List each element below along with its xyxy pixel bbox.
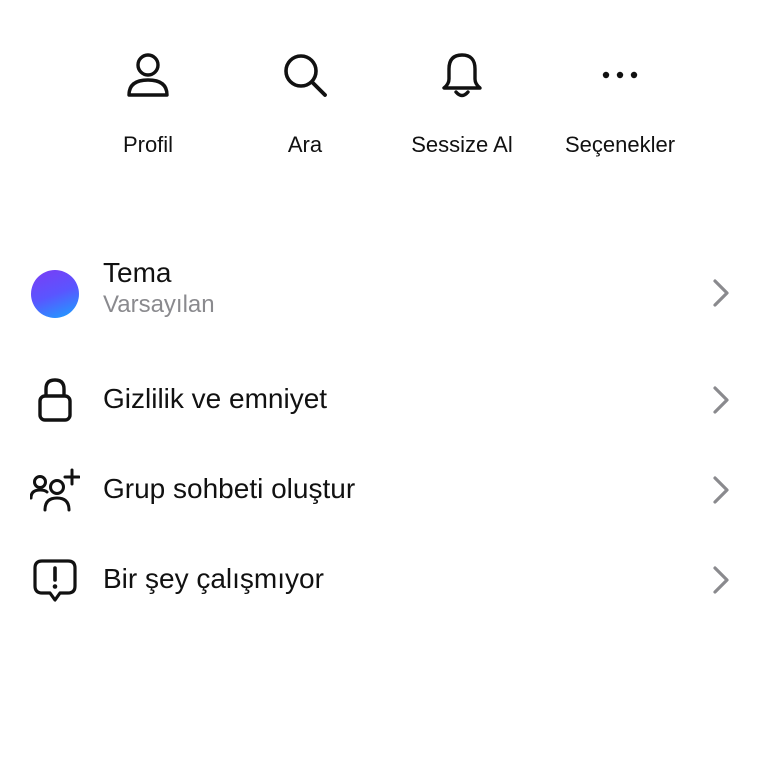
search-action-label: Ara [287, 132, 323, 157]
report-problem-title: Bir şey çalışmıyor [103, 563, 324, 594]
person-icon [120, 40, 176, 110]
options-action-label: Seçenekler [564, 132, 676, 157]
add-group-icon [30, 468, 80, 514]
lock-icon [30, 376, 80, 424]
create-group-chat-text: Grup sohbeti oluştur [103, 472, 355, 506]
create-group-chat-row[interactable]: Grup sohbeti oluştur [0, 460, 768, 520]
conversation-settings-screen: Profil Ara Sessize Al Seçenekler Tema Va… [0, 0, 768, 768]
quick-actions-bar: Profil Ara Sessize Al Seçenekler [0, 40, 768, 170]
theme-color-dot [30, 270, 80, 318]
bell-icon [434, 40, 490, 110]
create-group-chat-title: Grup sohbeti oluştur [103, 473, 356, 504]
theme-subtitle: Varsayılan [103, 291, 215, 318]
search-action-button[interactable]: Ara [230, 40, 380, 170]
mute-action-button[interactable]: Sessize Al [387, 40, 537, 170]
more-icon [592, 40, 648, 110]
privacy-title: Gizlilik ve emniyet [103, 383, 328, 414]
chevron-right-icon [706, 278, 736, 308]
chevron-right-icon [706, 475, 736, 505]
theme-title: Tema [103, 257, 172, 288]
profile-action-label: Profil [122, 132, 174, 157]
report-problem-text: Bir şey çalışmıyor [103, 562, 324, 596]
profile-action-button[interactable]: Profil [73, 40, 223, 170]
options-action-button[interactable]: Seçenekler [545, 40, 695, 170]
alert-bubble-icon [30, 558, 80, 604]
chevron-right-icon [706, 385, 736, 415]
report-problem-row[interactable]: Bir şey çalışmıyor [0, 550, 768, 610]
chevron-right-icon [706, 565, 736, 595]
cut-off-header-fragment [420, 0, 450, 6]
privacy-row[interactable]: Gizlilik ve emniyet [0, 370, 768, 430]
theme-text: Tema Varsayılan [103, 256, 215, 320]
privacy-text: Gizlilik ve emniyet [103, 382, 327, 416]
search-icon [277, 40, 333, 110]
theme-row[interactable]: Tema Varsayılan [0, 250, 768, 338]
mute-action-label: Sessize Al [411, 132, 513, 157]
